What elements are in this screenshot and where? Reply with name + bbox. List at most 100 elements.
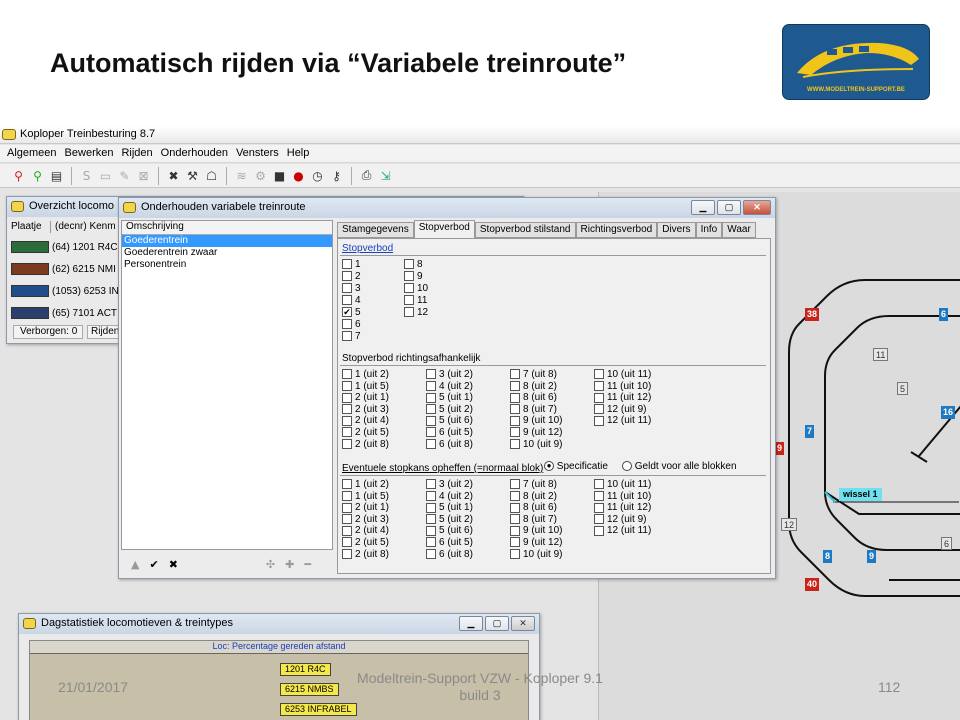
minimize-button[interactable]: ▁ [691,200,715,215]
loco-row[interactable]: (65) 7101 ACT [11,302,121,324]
checkbox-item[interactable]: 2 (uit 1) [342,502,389,513]
checkbox-item[interactable]: 5 (uit 1) [426,392,473,403]
checkbox[interactable] [426,369,436,380]
checkbox-item[interactable]: 2 (uit 5) [342,427,389,438]
checkbox-item[interactable]: 8 [404,259,423,270]
checkbox-item[interactable]: 2 (uit 4) [342,415,389,426]
checkbox-item[interactable]: 2 (uit 5) [342,537,389,548]
checkbox[interactable] [510,415,520,426]
checkbox-item[interactable]: 10 (uit 9) [510,439,562,450]
checkbox-item[interactable]: 9 (uit 10) [510,525,562,536]
up-arrow-icon[interactable]: ▲ [131,558,139,571]
track-sign[interactable]: 5 [897,382,909,395]
checkbox-item[interactable]: 8 (uit 2) [510,381,557,392]
checkbox[interactable] [426,537,436,548]
checkbox[interactable] [342,415,352,426]
checkbox-item[interactable]: 12 [404,307,428,318]
checkbox[interactable] [342,271,352,282]
checkbox[interactable] [510,514,520,525]
checkbox[interactable] [510,537,520,548]
checkbox-item[interactable]: 7 (uit 8) [510,369,557,380]
checkbox-item[interactable]: 8 (uit 7) [510,404,557,415]
checkbox-item[interactable]: 7 (uit 8) [510,479,557,490]
minimize-button[interactable]: ▁ [459,616,483,631]
checkbox[interactable] [510,392,520,403]
track-sign[interactable]: 16 [941,406,956,419]
checkbox-item[interactable]: 1 [342,259,361,270]
checkbox[interactable] [342,380,352,391]
edit-icon[interactable]: ✎ [116,167,133,184]
checkbox[interactable] [342,319,352,330]
checkbox[interactable] [510,427,520,438]
maximize-button[interactable]: ▢ [717,200,741,215]
menu-algemeen[interactable]: Algemeen [6,145,62,162]
checkbox[interactable] [594,404,604,415]
checkbox-item[interactable]: 2 (uit 8) [342,549,389,560]
checkbox-item[interactable]: 9 (uit 12) [510,427,562,438]
wind-icon[interactable]: ≋ [233,167,250,184]
checkbox-item[interactable]: 4 (uit 2) [426,381,473,392]
checkbox-item[interactable]: 11 (uit 12) [594,392,651,403]
checkbox[interactable] [342,514,352,525]
checkbox[interactable] [426,380,436,391]
checkbox[interactable] [426,392,436,403]
checkbox[interactable] [594,479,604,490]
close-button[interactable]: ✕ [511,616,535,631]
checkbox-item[interactable]: 4 (uit 2) [426,491,473,502]
checkbox-item[interactable]: 6 (uit 8) [426,549,473,560]
checkbox-item[interactable]: 6 (uit 8) [426,439,473,450]
checkbox[interactable] [594,490,604,501]
clock-icon[interactable]: ◷ [309,167,326,184]
checkbox[interactable] [404,307,414,318]
checkbox-item[interactable]: 2 (uit 3) [342,404,389,415]
checkbox-item[interactable]: 5 (uit 2) [426,404,473,415]
checkbox[interactable] [404,283,414,294]
checkbox[interactable] [594,369,604,380]
tab-waar[interactable]: Waar [722,222,756,238]
menu-onderhouden[interactable]: Onderhouden [160,145,233,162]
track-sign[interactable]: 11 [873,348,889,361]
track-sign[interactable]: 7 [805,425,815,438]
checkbox[interactable] [404,271,414,282]
checkbox[interactable] [510,404,520,415]
checkbox[interactable] [342,283,352,294]
checkbox[interactable] [594,525,604,536]
signal-green-icon[interactable]: ⚲ [29,167,46,184]
check-icon[interactable]: ✔ [149,558,158,571]
checkbox-item[interactable]: 11 (uit 12) [594,502,651,513]
checkbox-item[interactable]: 10 [404,283,428,294]
tab-divers[interactable]: Divers [657,222,696,238]
menu-vensters[interactable]: Vensters [235,145,284,162]
keyboard-icon[interactable]: ▤ [48,167,65,184]
maximize-button[interactable]: ▢ [485,616,509,631]
tab-richtingsverbod[interactable]: Richtingsverbod [575,222,658,238]
checkbox[interactable] [510,502,520,513]
checkbox-item[interactable]: 5 (uit 1) [426,502,473,513]
checkbox[interactable] [342,438,352,449]
checkbox-item[interactable]: 3 [342,283,361,294]
tab-stopverbod-stilstand[interactable]: Stopverbod stilstand [474,222,576,238]
checkbox-item[interactable]: 3 (uit 2) [426,369,473,380]
checkbox[interactable] [404,295,414,306]
track-sign[interactable]: 6 [941,537,953,550]
checkbox-item[interactable]: 2 (uit 3) [342,514,389,525]
col-plaatje[interactable]: Plaatje [11,221,51,233]
track-sign[interactable]: 9 [867,550,877,563]
checkbox[interactable] [342,392,352,403]
checkbox-item[interactable]: 8 (uit 6) [510,502,557,513]
track-sign[interactable]: 9 [775,442,785,455]
checkbox-item[interactable]: 2 (uit 1) [342,392,389,403]
checkbox-item[interactable]: 5 (uit 6) [426,525,473,536]
train-cross-icon[interactable]: ✖ [165,167,182,184]
checkbox[interactable] [426,415,436,426]
checkbox-item[interactable]: 7 [342,331,361,342]
checkbox[interactable] [510,490,520,501]
checkbox-item[interactable]: 12 (uit 11) [594,525,651,536]
export-icon[interactable]: ⇲ [377,167,394,184]
signal-red-icon[interactable]: ⚲ [10,167,27,184]
checkbox-item[interactable]: 10 (uit 11) [594,369,651,380]
checkbox-item[interactable]: 1 (uit 5) [342,491,389,502]
checkbox[interactable] [342,295,352,306]
minus-icon[interactable]: ━ [304,558,311,571]
track-sign[interactable]: 8 [823,550,833,563]
